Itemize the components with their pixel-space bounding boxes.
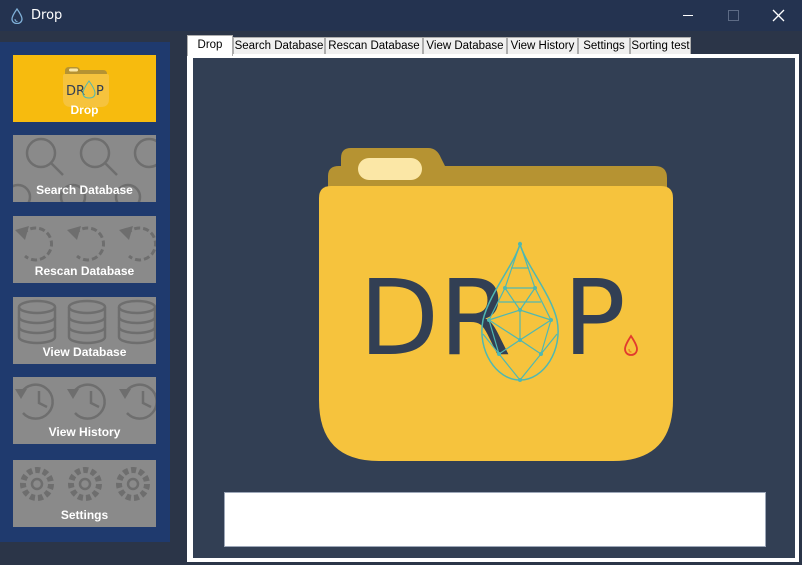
tab-content-drop: DR P	[187, 54, 799, 562]
close-button[interactable]	[756, 0, 802, 31]
tab-view-database[interactable]: View Database	[423, 37, 507, 55]
nav-view-history-button[interactable]: View History	[13, 377, 156, 444]
maximize-button[interactable]	[710, 0, 756, 31]
close-icon	[772, 9, 785, 22]
nav-search-database-label: Search Database	[36, 183, 133, 197]
svg-text:P: P	[96, 84, 104, 99]
drop-status-box	[224, 492, 766, 547]
nav-settings-label: Settings	[60, 508, 109, 522]
drop-logo: DR P	[319, 148, 673, 461]
nav-search-database-button[interactable]: Search Database	[13, 135, 156, 202]
tab-settings[interactable]: Settings	[578, 37, 630, 55]
nav-rescan-database-button[interactable]: Rescan Database	[13, 216, 156, 283]
nav-rescan-database-label: Rescan Database	[34, 264, 135, 278]
tab-view-history[interactable]: View History	[507, 37, 578, 55]
nav-drop-button[interactable]: DR P Drop	[13, 55, 156, 122]
logo-text-left: DR	[359, 257, 511, 379]
svg-text:DR: DR	[66, 84, 85, 99]
nav-drop-label: Drop	[70, 103, 99, 117]
nav-view-database-label: View Database	[42, 345, 127, 359]
tab-sorting-test[interactable]: Sorting test	[630, 37, 691, 55]
nav-view-history-label: View History	[48, 425, 121, 439]
tab-search-database[interactable]: Search Database	[233, 37, 325, 55]
tab-drop[interactable]: Drop	[187, 35, 233, 56]
water-drop-icon	[11, 8, 23, 24]
folder-label-tab	[358, 158, 422, 180]
tab-rescan-database[interactable]: Rescan Database	[325, 37, 423, 55]
drop-target-area[interactable]: DR P	[193, 58, 795, 558]
logo-text-right: P	[563, 257, 626, 379]
minimize-button[interactable]	[664, 0, 710, 31]
nav-view-database-button[interactable]: View Database	[13, 297, 156, 364]
nav-settings-button[interactable]: Settings	[13, 460, 156, 527]
title-bar: Drop	[0, 0, 802, 31]
window-title: Drop	[31, 8, 63, 23]
nav-panel: DR P Drop Search Database Rescan Databas…	[0, 42, 170, 542]
